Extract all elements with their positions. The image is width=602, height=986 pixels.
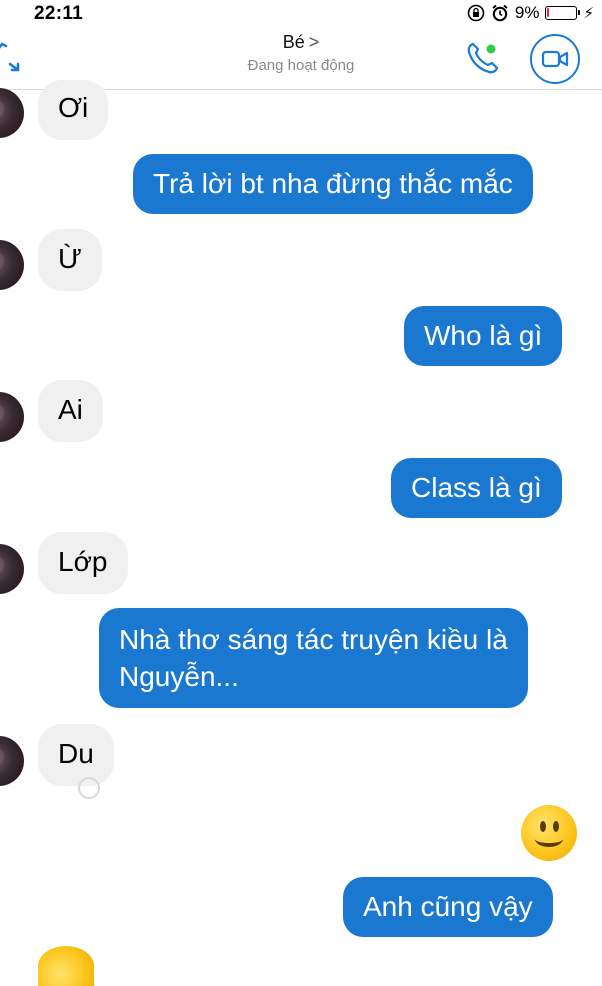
battery-icon bbox=[545, 6, 581, 20]
battery-level-fill bbox=[547, 8, 550, 17]
smiley-emoji-icon[interactable] bbox=[521, 805, 577, 861]
status-time: 22:11 bbox=[34, 3, 84, 24]
contact-avatar[interactable] bbox=[0, 736, 24, 786]
message-text: Ai bbox=[58, 394, 83, 425]
message-outgoing[interactable]: Anh cũng vậy bbox=[343, 877, 553, 937]
message-text: Anh cũng vậy bbox=[363, 891, 533, 922]
charging-icon: ⚡︎ bbox=[583, 5, 594, 22]
message-incoming[interactable]: Ơi bbox=[38, 80, 109, 140]
video-call-button[interactable] bbox=[530, 34, 580, 84]
message-text: Who là gì bbox=[424, 320, 543, 351]
contact-avatar[interactable] bbox=[0, 392, 24, 442]
emoji-icon bbox=[38, 946, 94, 986]
message-incoming[interactable]: Ừ bbox=[38, 229, 102, 291]
contact-info[interactable]: Bé > Đang hoạt động bbox=[0, 32, 602, 74]
message-text: Ừ bbox=[58, 243, 82, 274]
video-call-icon bbox=[541, 50, 569, 68]
contact-name: Bé bbox=[282, 32, 305, 52]
message-text-line: Nguyễn... bbox=[119, 661, 239, 692]
message-text: Lớp bbox=[58, 546, 108, 577]
contact-avatar[interactable] bbox=[0, 240, 24, 290]
status-bar: 22:11 9% ⚡︎ bbox=[0, 0, 602, 26]
message-text: Class là gì bbox=[411, 472, 542, 503]
alarm-icon bbox=[492, 4, 508, 22]
phone-call-icon[interactable] bbox=[464, 40, 500, 76]
status-icons: 9% ⚡︎ bbox=[467, 3, 594, 23]
message-outgoing[interactable]: Class là gì bbox=[391, 458, 562, 518]
message-incoming[interactable]: Du bbox=[38, 724, 114, 786]
battery-percent: 9% bbox=[514, 3, 540, 22]
message-outgoing[interactable]: Nhà thơ sáng tác truyện kiều là Nguyễn..… bbox=[99, 608, 528, 708]
message-text: Du bbox=[58, 738, 94, 769]
message-incoming[interactable]: Ai bbox=[38, 380, 103, 442]
message-incoming[interactable]: Lớp bbox=[38, 532, 128, 594]
message-outgoing[interactable]: Who là gì bbox=[404, 306, 563, 366]
contact-avatar[interactable] bbox=[0, 88, 24, 138]
message-text: Ơi bbox=[58, 92, 89, 123]
contact-status: Đang hoạt động bbox=[247, 57, 355, 74]
add-reaction-icon[interactable] bbox=[78, 777, 100, 799]
contact-avatar[interactable] bbox=[0, 544, 24, 594]
rotation-lock-icon bbox=[467, 4, 485, 22]
message-outgoing[interactable]: Trả lời bt nha đừng thắc mắc bbox=[133, 154, 533, 214]
contact-name-row[interactable]: Bé > bbox=[0, 32, 602, 53]
message-text: Trả lời bt nha đừng thắc mắc bbox=[153, 168, 513, 199]
chevron-right-icon: > bbox=[308, 32, 320, 52]
message-text-line: Nhà thơ sáng tác truyện kiều là bbox=[119, 624, 508, 655]
emoji-mouth bbox=[535, 831, 563, 847]
